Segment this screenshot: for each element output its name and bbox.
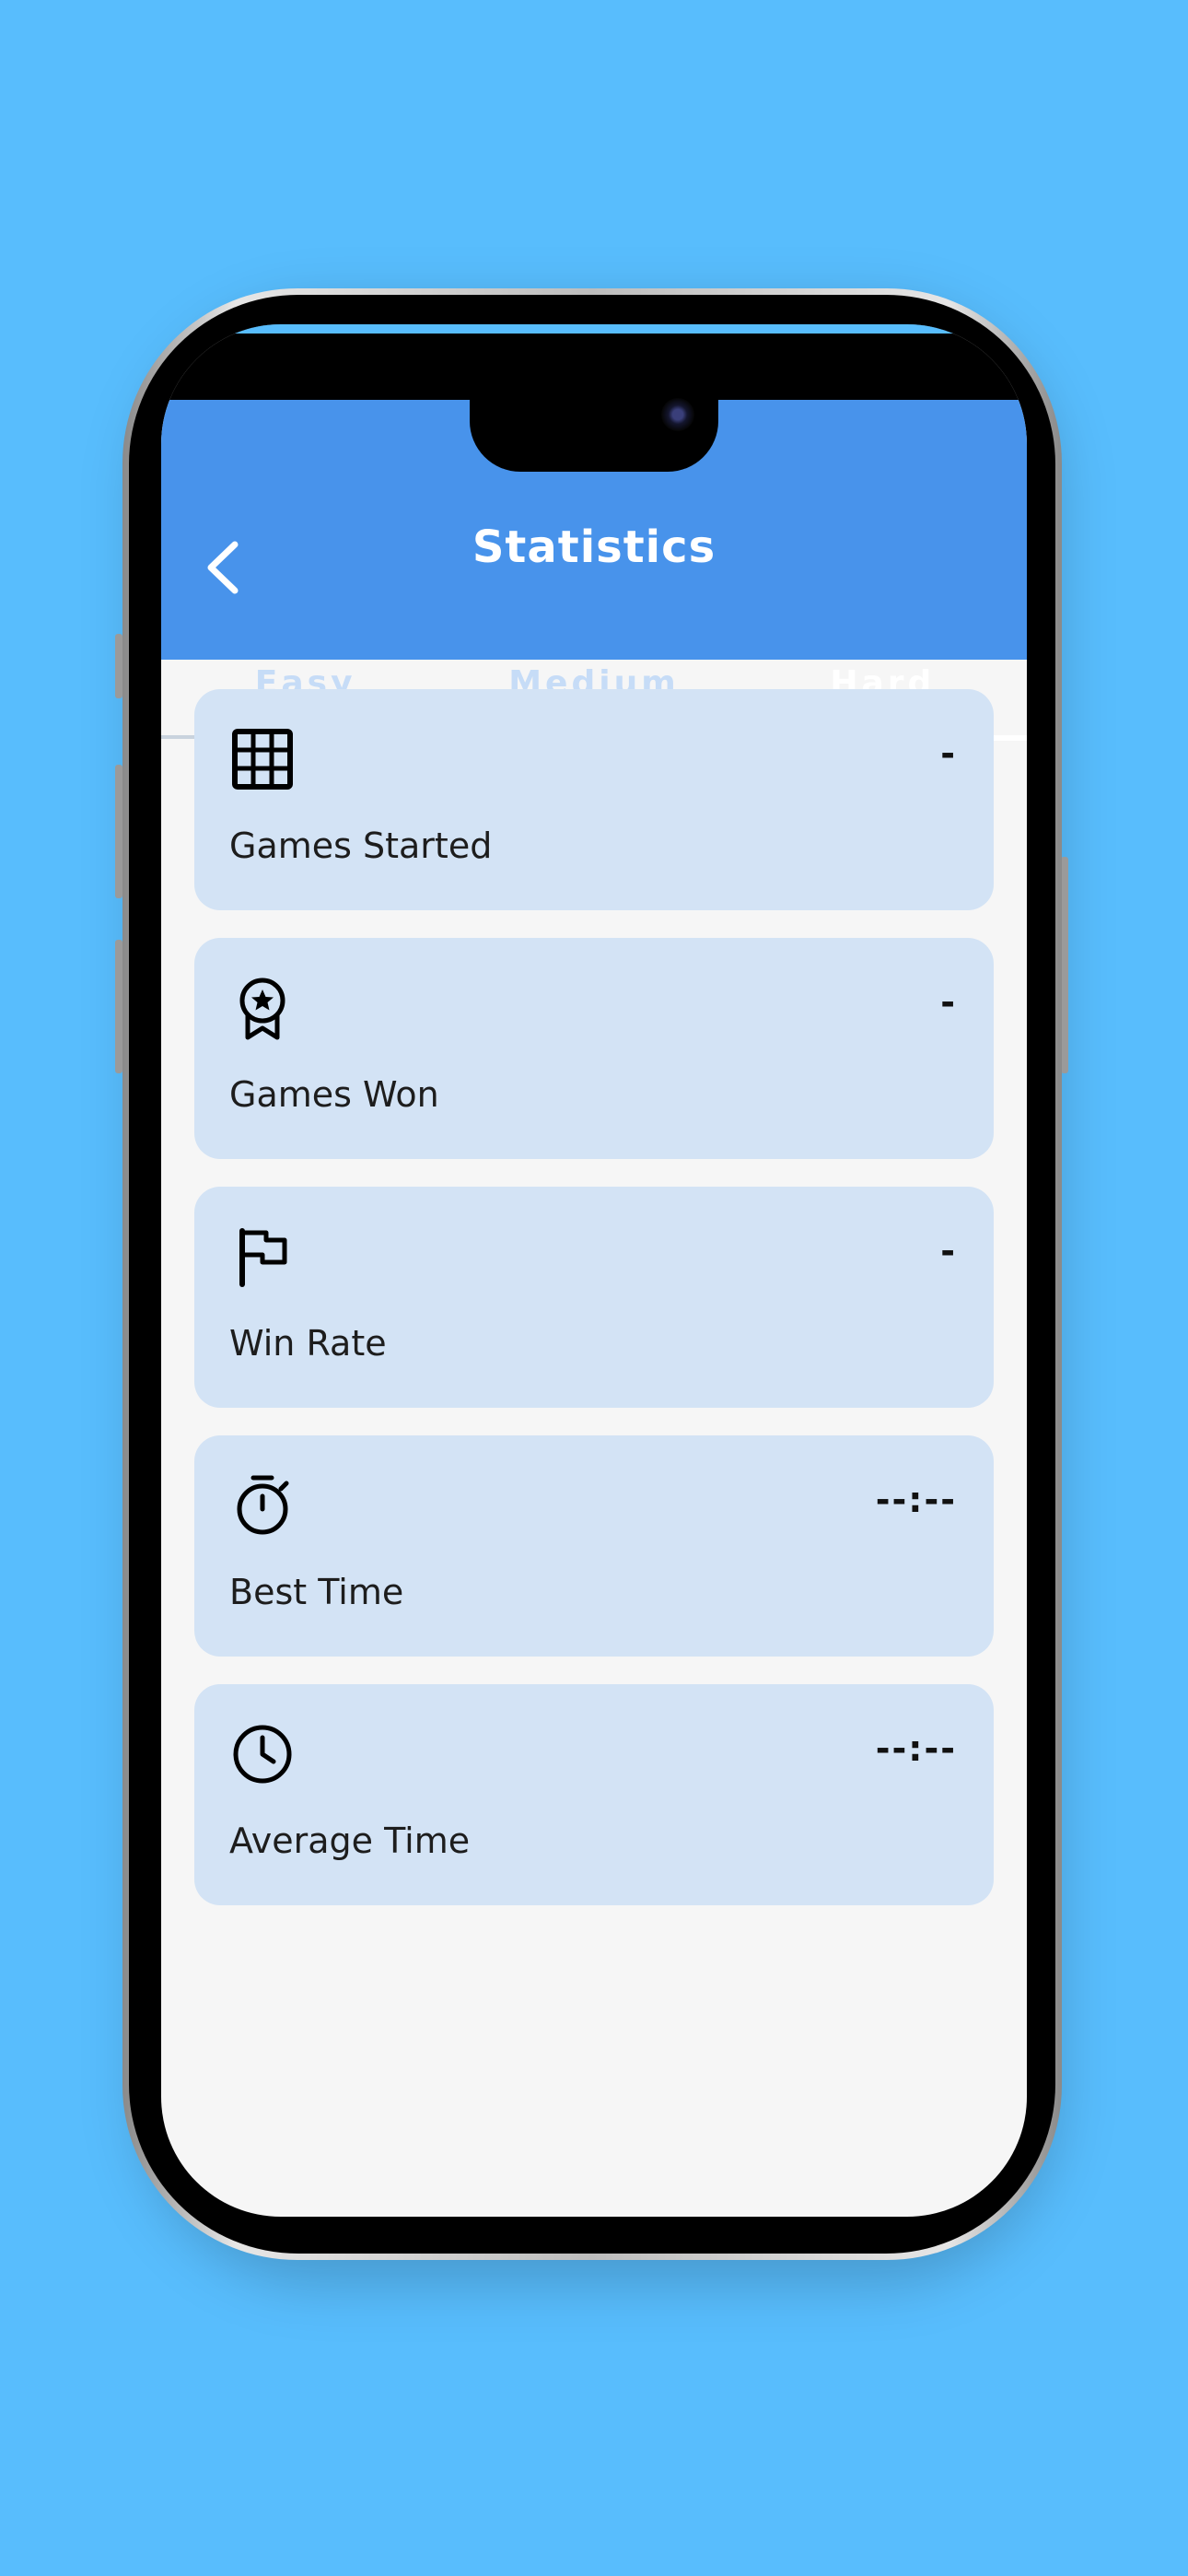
flag-icon — [239, 1228, 287, 1287]
power-button — [1061, 857, 1068, 1073]
clock-icon — [233, 1725, 292, 1784]
silent-switch — [115, 634, 122, 698]
stats-list: - Games Started - Games Won - Win Rate -… — [194, 689, 994, 1933]
stat-card-best-time: --:-- Best Time — [194, 1435, 994, 1657]
stat-card-games-won: - Games Won — [194, 938, 994, 1159]
stat-label: Best Time — [229, 1572, 404, 1612]
stat-card-average-time: --:-- Average Time — [194, 1684, 994, 1905]
camera-icon — [661, 398, 694, 431]
stat-value: --:-- — [875, 1480, 957, 1520]
stat-label: Win Rate — [229, 1323, 387, 1364]
stopwatch-icon — [237, 1475, 289, 1535]
stat-value: - — [940, 1231, 957, 1271]
stat-label: Games Won — [229, 1074, 439, 1115]
volume-up-button — [115, 765, 122, 898]
stat-card-win-rate: - Win Rate — [194, 1187, 994, 1408]
award-ribbon-icon — [239, 978, 285, 1040]
stat-card-games-started: - Games Started — [194, 689, 994, 910]
page-title: Statistics — [472, 521, 716, 573]
stat-label: Games Started — [229, 825, 493, 866]
phone-screen: Statistics Easy Medium Hard - Games Star… — [161, 324, 1027, 2217]
stat-value: - — [940, 982, 957, 1023]
stat-value: - — [940, 733, 957, 774]
volume-down-button — [115, 940, 122, 1073]
stat-value: --:-- — [875, 1728, 957, 1769]
stat-label: Average Time — [229, 1821, 471, 1861]
grid-icon — [232, 729, 293, 790]
